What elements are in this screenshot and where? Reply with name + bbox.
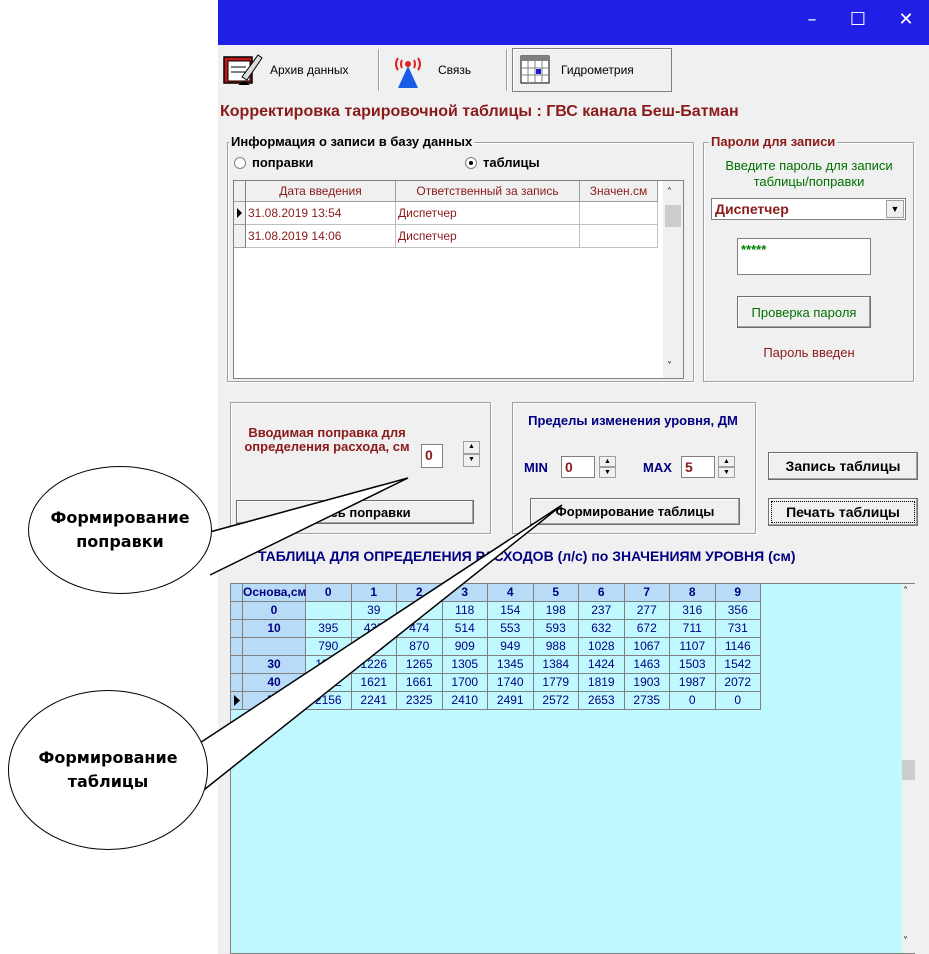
callout-pointer-correction xyxy=(194,477,409,576)
callout-table: Формирование таблицы xyxy=(8,690,208,850)
callout-correction: Формирование поправки xyxy=(28,466,212,594)
